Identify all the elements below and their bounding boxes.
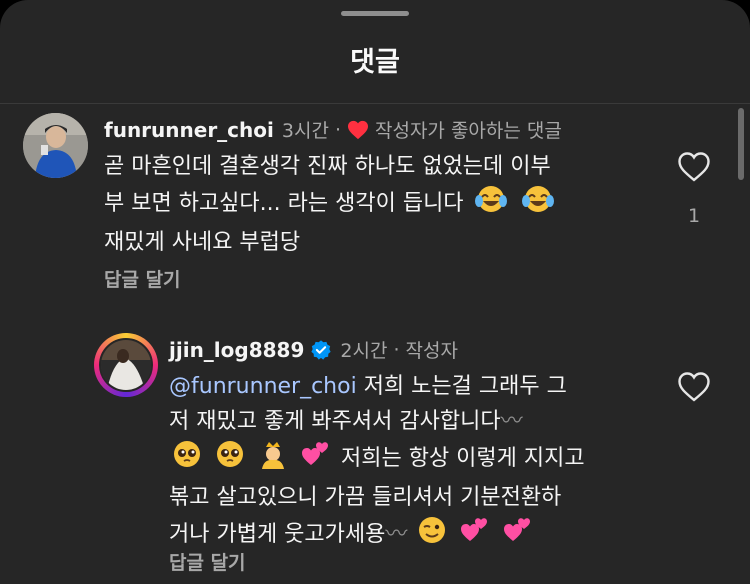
separator-dot: · <box>393 338 400 361</box>
person-with-crown-icon <box>258 439 288 480</box>
reply-line-2: 저 재밌고 좋게 봐주셔서 감사합니다〰 <box>169 409 523 434</box>
sheet-title: 댓글 <box>350 47 400 78</box>
two-hearts-icon <box>460 515 490 556</box>
reply-line-1: @funrunner_choi 저희 노는걸 그래두 그 <box>169 374 567 399</box>
reply-text: @funrunner_choi 저희 노는걸 그래두 그 저 재밌고 좋게 봐주… <box>169 369 669 556</box>
wavy-dash: 〰 <box>385 522 408 547</box>
reply-button[interactable]: 답글 달기 <box>104 265 181 292</box>
face-with-tears-of-joy-icon <box>521 184 555 225</box>
reply-line-4: 볶고 살고있으니 가끔 들리셔서 기분전환하 <box>169 485 562 510</box>
comment-time: 3시간 <box>281 120 329 142</box>
comment-meta: funrunner_choi 3시간 · 작성자가 좋아하는 댓글 <box>104 116 562 143</box>
comments-sheet: 댓글 funrunner_choi 3시간 · 작성자가 좋아하는 댓글 곧 마… <box>0 0 750 584</box>
author-liked-label: 작성자가 좋아하는 댓글 <box>374 120 562 142</box>
comment-line-2: 부 보면 하고싶다... 라는 생각이 듭니다 <box>104 184 664 225</box>
author-badge: 작성자 <box>405 340 458 362</box>
like-heart-icon[interactable] <box>677 150 711 184</box>
reply-username[interactable]: jjin_log8889 <box>169 338 304 362</box>
heart-icon <box>347 120 368 139</box>
comment-username[interactable]: funrunner_choi <box>104 118 274 142</box>
comment-line: 곧 마흔인데 결혼생각 진짜 하나도 없었는데 이부 <box>104 154 551 179</box>
avatar[interactable] <box>99 338 153 392</box>
like-heart-icon[interactable] <box>677 370 711 404</box>
comment-line-3: 재밌게 사네요 부럽당 <box>104 230 301 255</box>
reply-line-3: 저희는 항상 이렇게 지지고 <box>169 439 669 480</box>
two-hearts-icon <box>301 439 331 480</box>
wavy-dash: 〰 <box>500 409 523 434</box>
comment-text: 곧 마흔인데 결혼생각 진짜 하나도 없었는데 이부 부 보면 하고싶다... … <box>104 149 664 260</box>
mention-link[interactable]: @funrunner_choi <box>169 374 357 399</box>
divider <box>0 103 750 104</box>
pleading-face-icon <box>215 439 245 480</box>
scrollbar[interactable] <box>738 108 744 180</box>
avatar[interactable] <box>23 113 88 178</box>
pleading-face-icon <box>172 439 202 480</box>
two-hearts-icon <box>503 515 533 556</box>
reply-button[interactable]: 답글 달기 <box>169 548 246 575</box>
face-with-tears-of-joy-icon <box>474 184 508 225</box>
verified-badge-icon <box>311 339 332 360</box>
separator-dot: · <box>334 118 341 141</box>
reply-time: 2시간 <box>340 340 388 362</box>
winking-face-icon <box>417 515 447 556</box>
like-count: 1 <box>687 205 701 227</box>
drag-handle[interactable] <box>341 11 409 16</box>
reply-meta: jjin_log8889 2시간 · 작성자 <box>169 336 458 363</box>
